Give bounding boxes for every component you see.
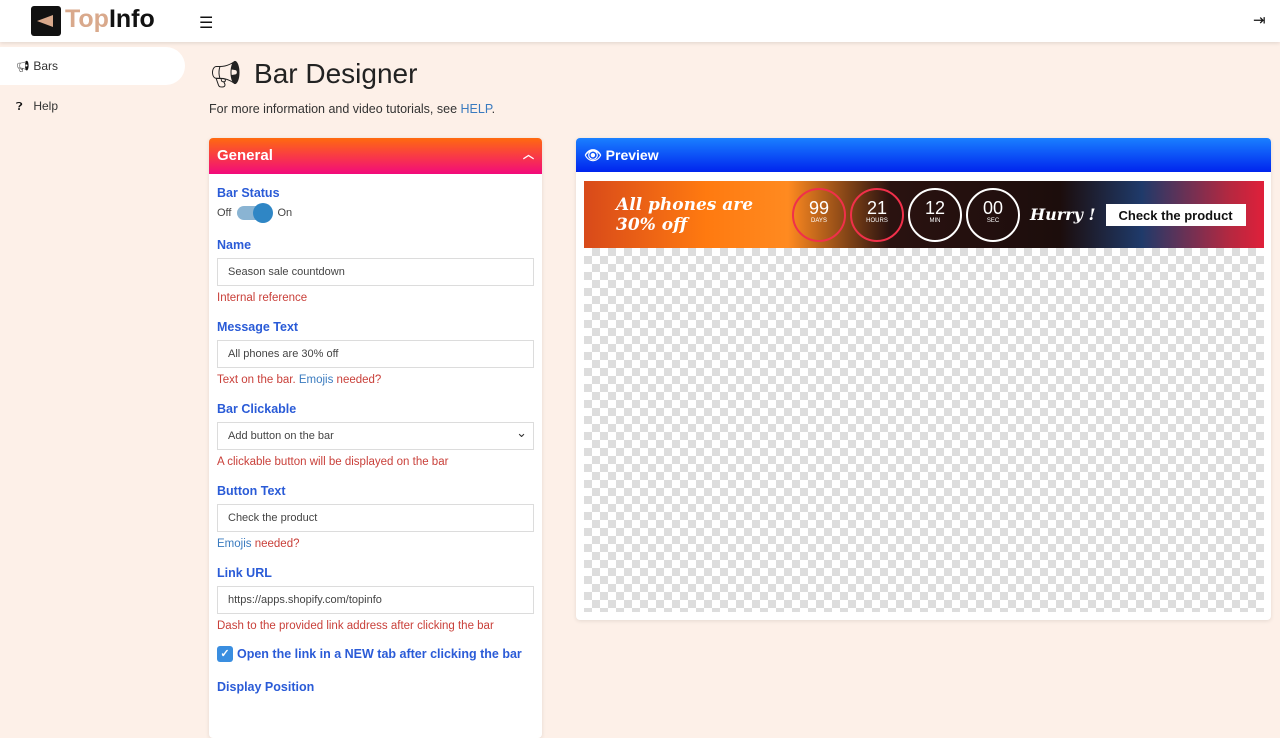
page-title: 📢︎ Bar Designer [209, 58, 418, 89]
bar-status-label: Bar Status [217, 186, 280, 200]
preview-panel: 👁︎ Preview All phones are 30% off 99 DAYS… [576, 138, 1271, 620]
preview-cta-button[interactable]: Check the product [1105, 203, 1246, 226]
question-circle-icon: ❓︎ [16, 101, 23, 113]
bar-status-toggle[interactable] [237, 203, 274, 223]
help-link[interactable]: HELP [461, 102, 492, 116]
bullhorn-icon: 📢︎ [209, 59, 243, 89]
general-panel-header[interactable]: General ︿ [209, 138, 542, 174]
message-text-label: Message Text [217, 320, 299, 334]
link-url-label: Link URL [217, 566, 272, 580]
chevron-up-icon[interactable]: ︿ [523, 146, 534, 162]
hurry-text: Hurry ! [1030, 205, 1096, 224]
preview-bar[interactable]: All phones are 30% off 99 DAYS 21 HOURS 12… [584, 181, 1264, 248]
new-tab-checkbox-row[interactable]: ✓ Open the link in a NEW tab after clicki… [217, 646, 534, 662]
name-input[interactable]: Season sale countdown [217, 258, 534, 286]
bar-clickable-help: A clickable button will be displayed on … [217, 456, 449, 468]
page-subtitle: For more information and video tutorials… [209, 102, 496, 116]
sidebar-item-help[interactable]: ❓︎ Help [0, 87, 185, 125]
countdown-minutes: 12 MIN [908, 187, 962, 242]
link-url-help: Dash to the provided link address after … [217, 620, 494, 632]
message-help: Text on the bar. Emojis needed? [217, 374, 382, 386]
bullhorn-icon: 📢︎ [16, 61, 30, 73]
transparent-preview-area [584, 248, 1264, 612]
countdown-hours: 21 HOURS [850, 187, 904, 242]
bar-clickable-label: Bar Clickable [217, 402, 297, 416]
link-url-input[interactable]: https://apps.shopify.com/topinfo [217, 586, 534, 614]
eye-icon: 👁︎ [584, 147, 602, 163]
off-label: Off [217, 207, 232, 219]
sign-out-icon[interactable]: ⇥ [1253, 11, 1266, 29]
emojis-link[interactable]: Emojis [299, 374, 334, 386]
hamburger-icon[interactable]: ☰ [199, 13, 213, 33]
countdown-seconds: 00 SEC [966, 187, 1020, 242]
button-text-input[interactable]: Check the product [217, 504, 534, 532]
name-help: Internal reference [217, 292, 308, 304]
sidebar-item-bars[interactable]: 📢︎ Bars [0, 47, 185, 85]
button-text-label: Button Text [217, 484, 286, 498]
top-header: TopInfo ☰ ⇥ [0, 0, 1280, 42]
logo[interactable]: TopInfo [65, 5, 155, 34]
display-position-label: Display Position [217, 680, 315, 694]
on-label: On [277, 207, 293, 219]
preview-panel-header: 👁︎ Preview [576, 138, 1271, 172]
preview-message: All phones are 30% off [616, 194, 754, 235]
general-panel: General ︿ Bar Status Off On Name Season sa… [209, 138, 542, 738]
name-label: Name [217, 238, 252, 252]
new-tab-checkbox[interactable]: ✓ [217, 646, 233, 662]
countdown-days: 99 DAYS [792, 187, 846, 242]
emojis-link[interactable]: Emojis [217, 538, 252, 550]
bar-clickable-select[interactable]: Add button on the bar [217, 422, 534, 450]
logo-icon [31, 6, 61, 36]
message-text-input[interactable]: All phones are 30% off [217, 340, 534, 368]
button-text-help: Emojis needed? [217, 538, 300, 550]
